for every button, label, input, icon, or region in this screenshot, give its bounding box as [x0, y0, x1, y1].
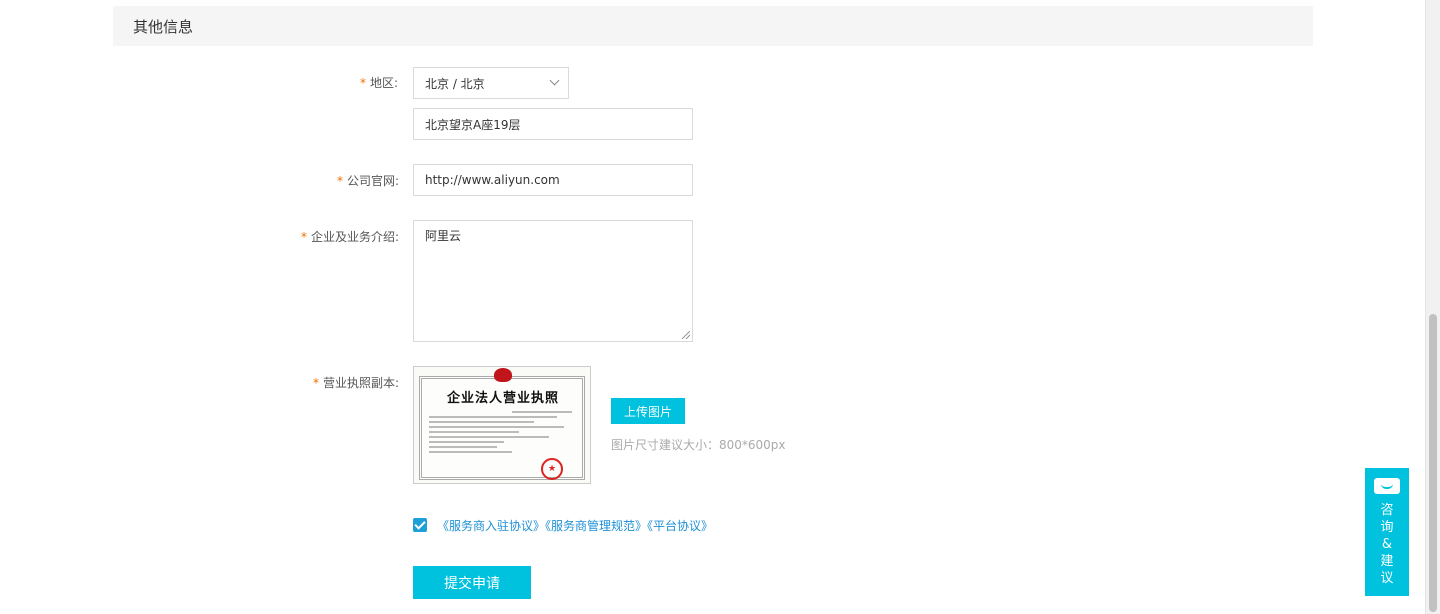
- upload-image-button[interactable]: 上传图片: [611, 398, 685, 424]
- website-input[interactable]: http://www.aliyun.com: [413, 164, 693, 196]
- submit-button[interactable]: 提交申请: [413, 566, 531, 599]
- license-label: * 营业执照副本:: [313, 376, 400, 390]
- required-mark: *: [337, 174, 343, 188]
- region-label: * 地区:: [360, 76, 399, 90]
- service-provider-agreement-link[interactable]: 《服务商入驻协议》: [437, 519, 545, 533]
- license-text-lines: [429, 411, 579, 456]
- intro-textarea[interactable]: 阿里云: [413, 220, 693, 342]
- license-image: 企业法人营业执照 ★: [413, 366, 591, 484]
- required-mark: *: [301, 230, 307, 244]
- stamp-seal-icon: ★: [541, 458, 563, 480]
- address-input-value: 北京望京A座19层: [425, 117, 521, 132]
- website-input-value: http://www.aliyun.com: [425, 173, 560, 187]
- platform-agreement-link[interactable]: 《平台协议》: [647, 519, 713, 533]
- section-title: 其他信息: [133, 18, 194, 36]
- chevron-down-icon: [549, 75, 560, 86]
- intro-textarea-value: 阿里云: [425, 229, 462, 243]
- scrollbar-thumb[interactable]: [1429, 314, 1437, 612]
- intro-label: * 企业及业务介绍:: [301, 230, 400, 244]
- section-header: 其他信息: [113, 6, 1313, 46]
- agreement-links: 《服务商入驻协议》《服务商管理规范》《平台协议》: [437, 517, 713, 534]
- page-scrollbar[interactable]: [1425, 0, 1440, 614]
- license-image-title: 企业法人营业执照: [446, 391, 559, 406]
- address-input[interactable]: 北京望京A座19层: [413, 108, 693, 140]
- required-mark: *: [313, 376, 319, 390]
- service-provider-rules-link[interactable]: 《服务商管理规范》: [545, 519, 647, 533]
- resize-handle-icon[interactable]: [682, 331, 690, 339]
- consult-feedback-label: 咨 询 & 建 议: [1380, 503, 1394, 586]
- required-mark: *: [360, 76, 366, 90]
- chat-icon: [1374, 478, 1400, 494]
- website-label: * 公司官网:: [337, 174, 400, 188]
- image-size-hint: 图片尺寸建议大小：800*600px: [611, 438, 786, 452]
- consult-feedback-widget[interactable]: 咨 询 & 建 议: [1365, 468, 1409, 596]
- region-select-value: 北京 / 北京: [425, 76, 485, 91]
- national-emblem-icon: [494, 368, 512, 382]
- agreement-checkbox[interactable]: [413, 518, 427, 532]
- region-select[interactable]: 北京 / 北京: [413, 67, 569, 99]
